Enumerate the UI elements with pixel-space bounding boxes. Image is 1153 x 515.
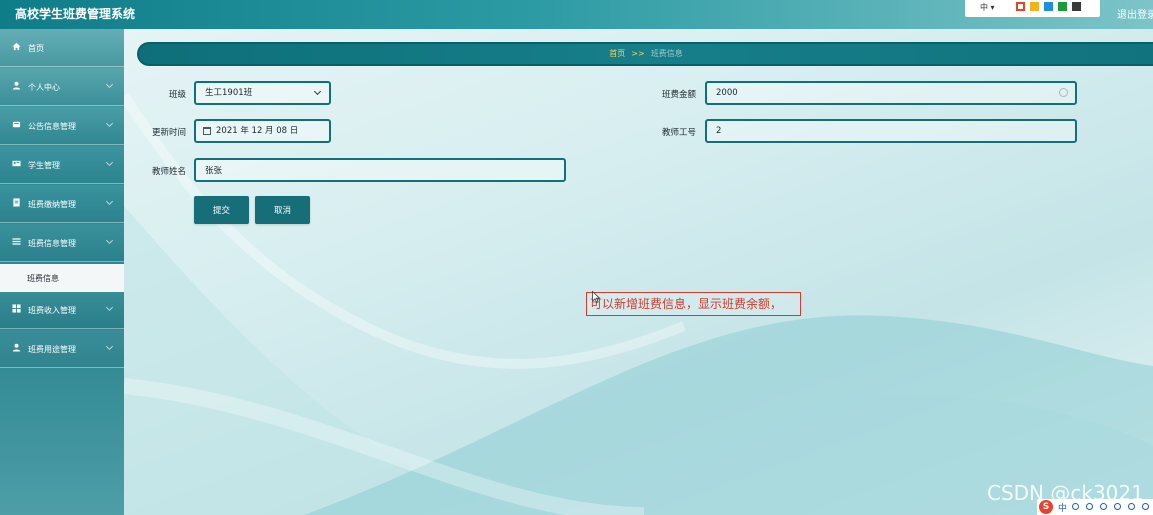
keyboard-icon[interactable] [1114,503,1121,510]
class-label: 班级 [169,90,187,100]
color-swatch-blue[interactable] [1044,2,1053,11]
breadcrumb-home[interactable]: 首页 [609,49,625,58]
sidebar-item-label: 班费用途管理 [28,345,76,354]
ime-toolbar: S 中 [1037,499,1153,515]
color-swatch-dark[interactable] [1072,2,1081,11]
breadcrumb: 首页 >> 班费信息 [137,42,1153,66]
user-icon [12,81,21,90]
sidebar-item-fee-info[interactable]: 班费信息管理 [0,224,124,262]
user-icon [12,343,21,352]
breadcrumb-current: 班费信息 [650,49,683,58]
notice-icon [12,121,21,128]
update-time-value: 2021 年 12 月 08 日 [216,126,299,136]
sidebar-item-students[interactable]: 学生管理 [0,146,124,184]
sidebar-item-label: 班费信息管理 [28,239,76,248]
student-icon [12,160,21,167]
color-swatch-red[interactable] [1016,2,1025,11]
chevron-down-icon [105,303,114,312]
sidebar-subitem-fee-info[interactable]: 班费信息 [0,264,124,292]
sidebar-item-label: 首页 [28,44,44,53]
sidebar-item-label: 学生管理 [28,161,60,170]
sidebar-item-notices[interactable]: 公告信息管理 [0,107,124,145]
app-title: 高校学生班费管理系统 [15,7,136,21]
ime-language[interactable]: 中 [1058,501,1067,514]
microphone-icon[interactable] [1100,503,1107,510]
theme-toolbox: 中 ▾ [965,0,1100,17]
calendar-icon [203,127,211,135]
punctuation-icon[interactable] [1072,503,1079,510]
submit-button[interactable]: 提交 [194,196,249,224]
chevron-down-icon [105,158,114,167]
mouse-cursor-icon [592,291,600,303]
sidebar-item-label: 个人中心 [28,83,60,92]
annotation-box: 可以新增班费信息，显示班费余额， [586,292,801,316]
class-select-value: 生工1901班 [205,88,253,98]
language-select[interactable]: 中 ▾ [980,2,995,13]
payment-icon [13,198,20,207]
home-icon [12,42,21,51]
skin-icon[interactable] [1128,503,1135,510]
logout-button[interactable]: 退出登录 [1117,6,1153,21]
teacher-name-input[interactable] [205,160,564,180]
sidebar-item-label: 公告信息管理 [28,122,76,131]
sidebar-item-fee-payment[interactable]: 班费缴纳管理 [0,185,124,223]
chevron-down-icon [105,80,114,89]
chevron-down-icon [105,197,114,206]
update-time-picker[interactable]: 2021 年 12 月 08 日 [194,119,331,143]
chevron-down-icon [105,342,114,351]
clear-icon[interactable] [1059,88,1068,97]
sidebar-item-profile[interactable]: 个人中心 [0,68,124,106]
sidebar-item-fee-income[interactable]: 班费收入管理 [0,291,124,329]
sidebar-subitem-label: 班费信息 [27,274,59,283]
teacher-name-field[interactable] [194,158,566,182]
class-select[interactable]: 生工1901班 [194,81,331,105]
amount-field[interactable] [705,81,1077,105]
amount-label: 班费金额 [662,90,697,100]
sidebar-item-label: 班费收入管理 [28,306,76,315]
chevron-down-icon [105,236,114,245]
annotation-text: 可以新增班费信息，显示班费余额， [590,297,783,311]
teacher-id-label: 教师工号 [662,128,697,138]
cancel-button[interactable]: 取消 [255,196,310,224]
teacher-id-field[interactable] [705,119,1077,143]
ime-logo-icon[interactable]: S [1039,500,1053,514]
chevron-down-icon [105,119,114,128]
chevron-down-icon [313,87,322,96]
update-time-label: 更新时间 [152,128,187,138]
list-icon [12,238,21,245]
teacher-id-input[interactable] [716,121,1075,141]
color-swatch-green[interactable] [1058,2,1067,11]
sidebar-item-label: 班费缴纳管理 [28,200,76,209]
color-swatch-yellow[interactable] [1030,2,1039,11]
sidebar-item-home[interactable]: 首页 [0,29,124,67]
grid-icon [12,304,21,313]
sidebar-item-fee-usage[interactable]: 班费用途管理 [0,330,124,368]
teacher-name-label: 教师姓名 [152,167,187,177]
menu-icon[interactable] [1142,503,1149,510]
amount-input[interactable] [716,83,1075,103]
emoji-icon[interactable] [1086,503,1093,510]
breadcrumb-separator: >> [631,49,645,58]
